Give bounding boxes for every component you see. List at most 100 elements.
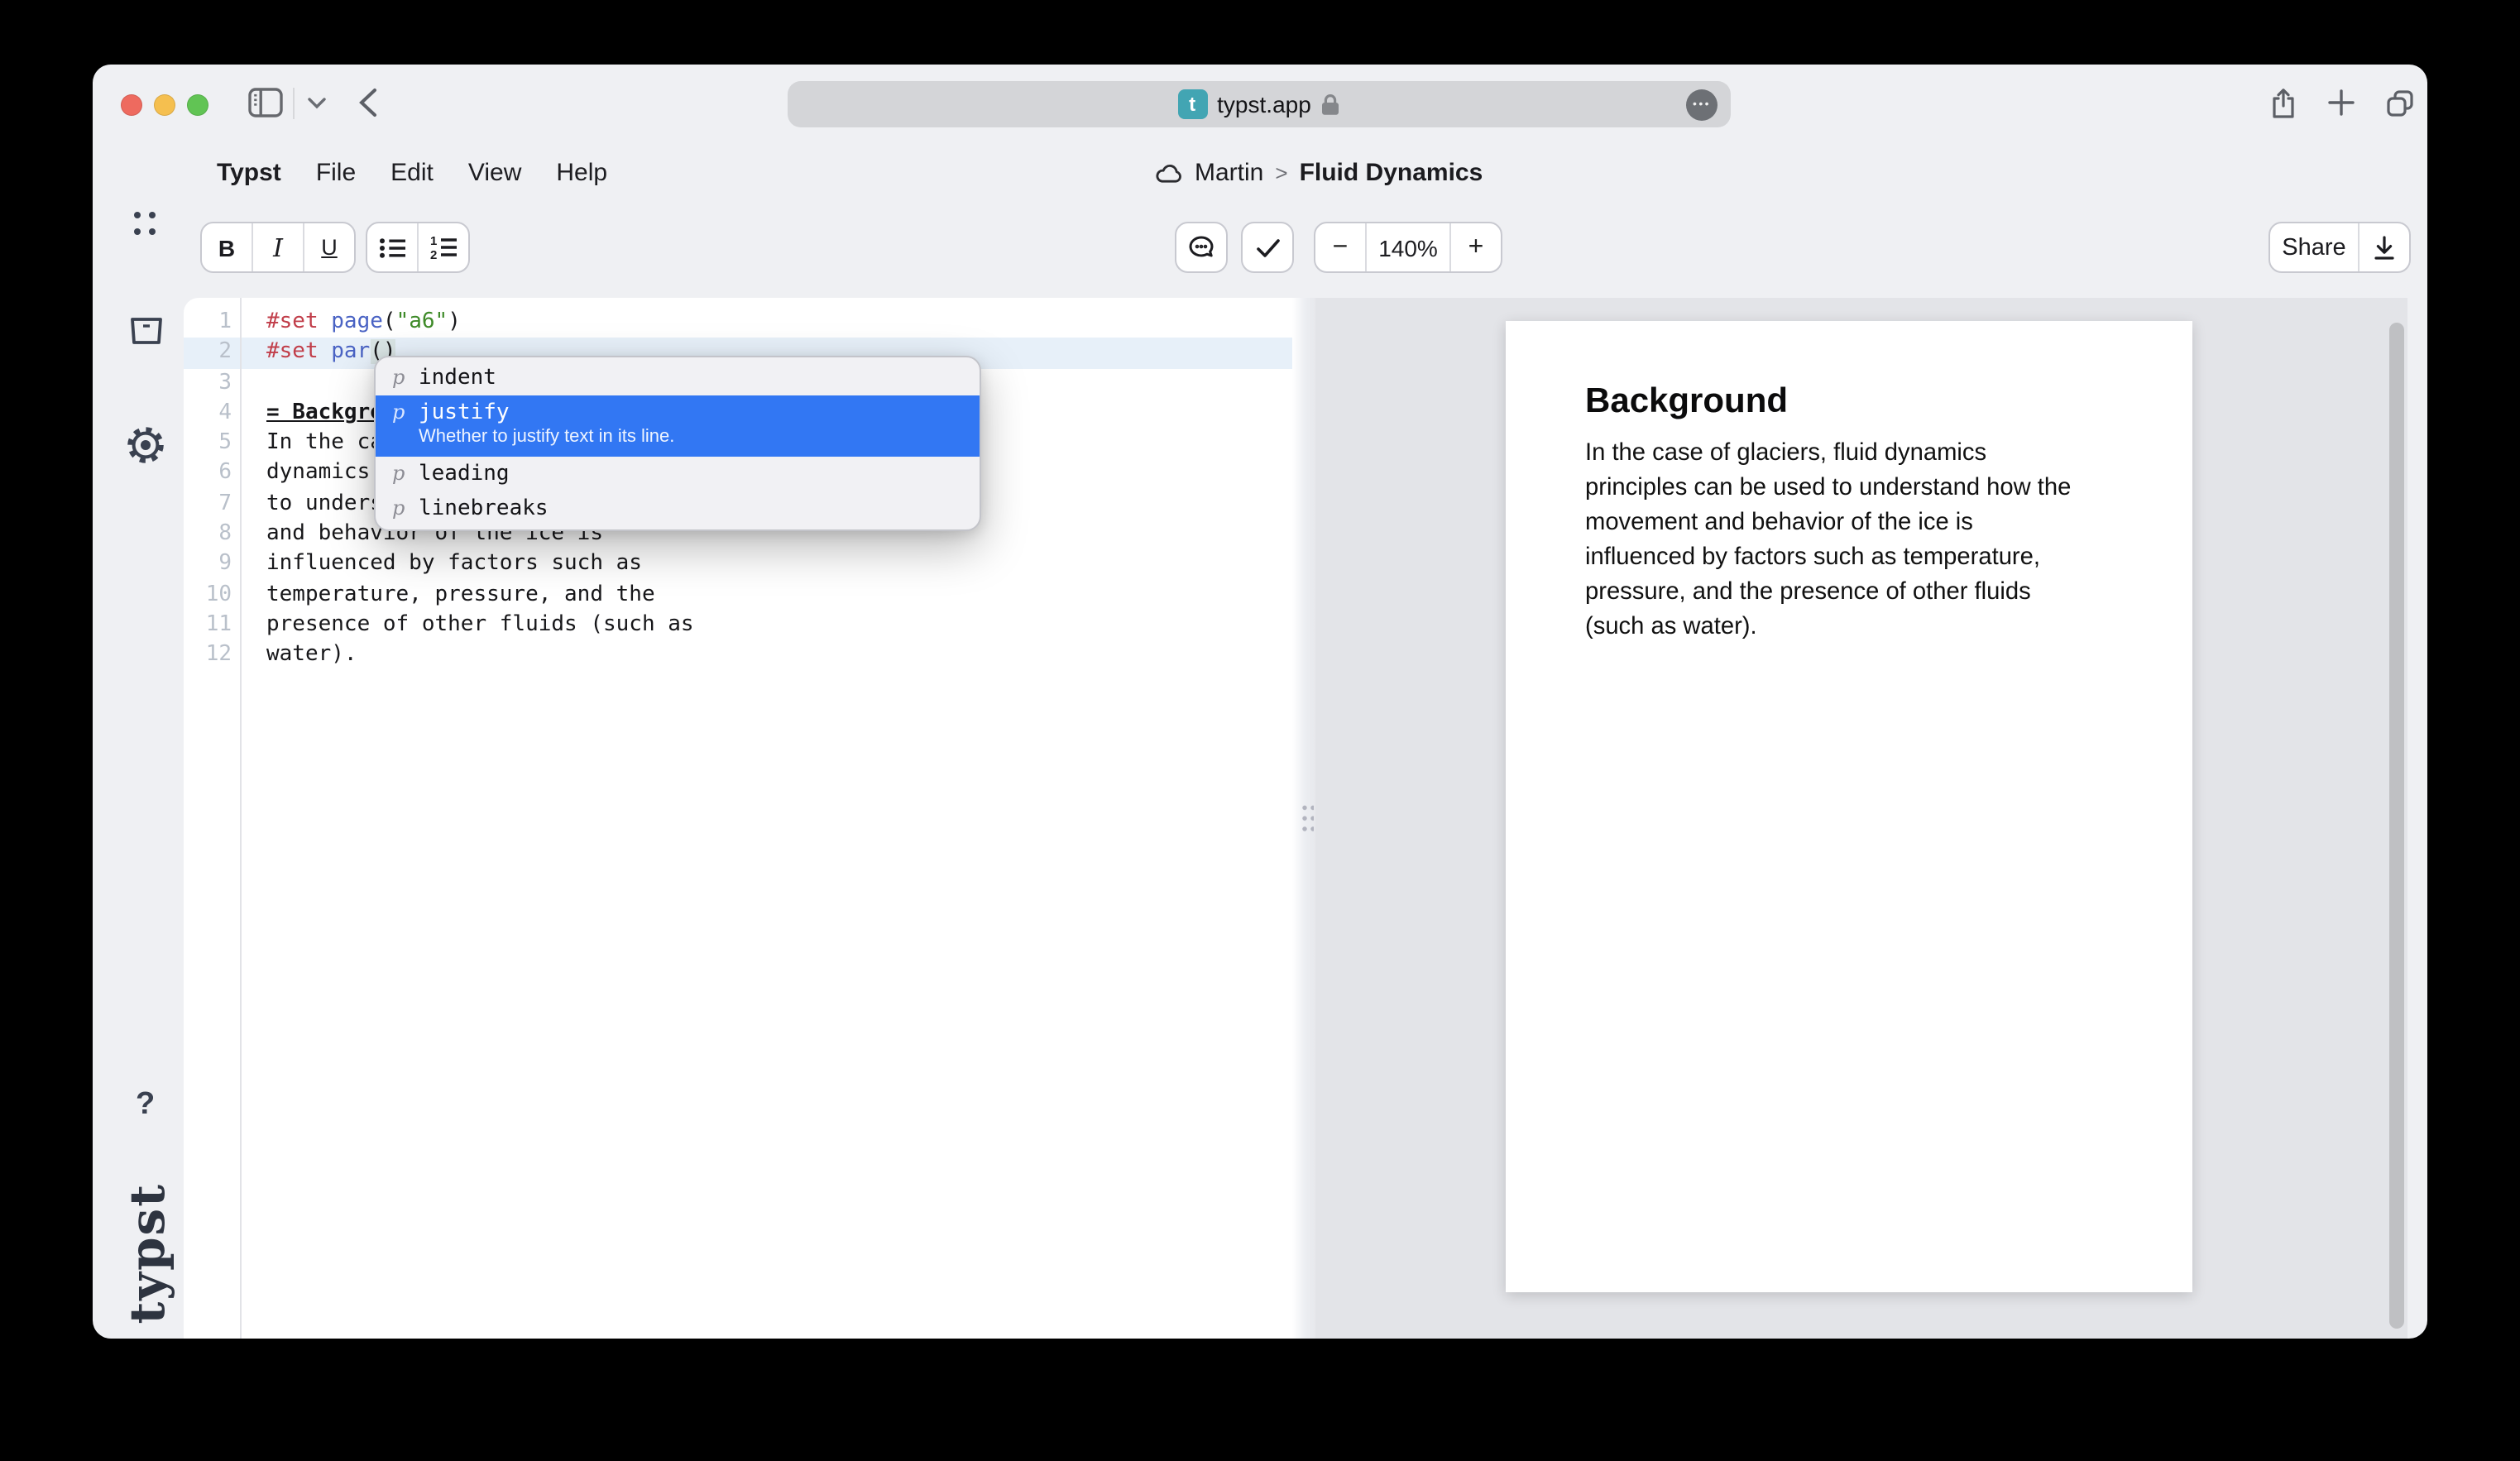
grid-dot — [149, 228, 156, 234]
grid-dot — [134, 228, 141, 234]
italic-button[interactable]: I — [252, 223, 303, 271]
code-text: water). — [242, 641, 357, 672]
sidebar-icon — [247, 88, 282, 117]
numbered-list-button[interactable]: 1 2 — [417, 223, 468, 271]
autocomplete-label: justify — [419, 400, 510, 425]
bullet-list-button[interactable] — [367, 223, 417, 271]
preview-paragraph-line: pressure, and the presence of other flui… — [1585, 576, 2141, 611]
breadcrumb-separator: > — [1275, 160, 1287, 185]
italic-label: I — [273, 232, 283, 262]
menu-help[interactable]: Help — [556, 159, 607, 187]
zoom-out-button[interactable]: − — [1315, 223, 1365, 271]
autocomplete-item-leading[interactable]: p leading — [376, 457, 980, 491]
browser-share-button[interactable] — [2268, 65, 2298, 141]
download-icon — [2373, 234, 2396, 261]
new-tab-button[interactable] — [2326, 65, 2356, 141]
line-number: 12 — [184, 641, 242, 672]
comment-icon — [1188, 235, 1214, 260]
line-number: 5 — [184, 429, 242, 459]
param-icon: p — [392, 400, 405, 424]
code-line-1[interactable]: 1#set page("a6") — [184, 308, 1292, 338]
autocomplete-label: linebreaks — [419, 496, 549, 521]
share-icon — [2270, 87, 2297, 118]
app-grid-button[interactable] — [134, 212, 157, 235]
underline-label: U — [321, 235, 338, 260]
toggle-sidebar-button[interactable] — [245, 65, 285, 141]
menu-typst[interactable]: Typst — [217, 159, 281, 187]
tabs-icon — [2385, 89, 2413, 117]
browser-window: t typst.app ••• — [93, 65, 2427, 1339]
preview-paragraph-line: In the case of glaciers, fluid dynamics — [1585, 437, 2141, 472]
preview-paragraph-line: movement and behavior of the ice is — [1585, 506, 2141, 541]
autocomplete-item-linebreaks[interactable]: plinebreaks — [376, 491, 980, 526]
zoom-window-button[interactable] — [187, 94, 208, 116]
autocomplete-description: Whether to justify text in its line. — [392, 425, 963, 452]
param-icon: p — [392, 462, 405, 485]
code-text — [242, 368, 266, 399]
line-number: 11 — [184, 611, 242, 641]
autocomplete-label: leading — [419, 462, 510, 486]
code-line-9[interactable]: 9influenced by factors such as — [184, 550, 1292, 581]
bullet-list-icon — [378, 236, 406, 259]
breadcrumb[interactable]: Martin > Fluid Dynamics — [1155, 146, 1483, 200]
code-line-10[interactable]: 10temperature, pressure, and the — [184, 580, 1292, 611]
menu-edit[interactable]: Edit — [390, 159, 434, 187]
code-text: #set par() — [242, 338, 396, 369]
zoom-level[interactable]: 140% — [1365, 223, 1449, 271]
svg-text:2: 2 — [429, 248, 436, 260]
export-button[interactable] — [2358, 223, 2409, 271]
svg-text:1: 1 — [429, 235, 436, 248]
compile-status-button[interactable] — [1243, 223, 1292, 271]
back-button[interactable] — [352, 65, 382, 141]
autocomplete-item-justify[interactable]: p justifyWhether to justify text in its l… — [376, 395, 980, 457]
param-icon: p — [392, 366, 405, 389]
code-line-11[interactable]: 11presence of other fluids (such as — [184, 611, 1292, 641]
check-group — [1241, 222, 1294, 273]
breadcrumb-document-title[interactable]: Fluid Dynamics — [1300, 159, 1483, 187]
code-line-12[interactable]: 12water). — [184, 641, 1292, 672]
preview-scrollbar[interactable] — [2389, 323, 2404, 1329]
zoom-in-button[interactable]: + — [1449, 223, 1501, 271]
code-text: #set page("a6") — [242, 308, 461, 338]
address-bar[interactable]: t typst.app ••• — [788, 81, 1731, 127]
share-group: Share — [2268, 222, 2411, 273]
menu-view[interactable]: View — [468, 159, 522, 187]
code-text: influenced by factors such as — [242, 550, 642, 581]
tab-overview-button[interactable] — [2383, 65, 2416, 141]
page-settings-button[interactable]: ••• — [1686, 89, 1718, 120]
typst-logo: typst — [119, 1183, 175, 1324]
list-group: 1 2 — [366, 222, 470, 273]
breadcrumb-workspace[interactable]: Martin — [1195, 159, 1263, 187]
lock-icon — [1321, 93, 1341, 116]
files-button[interactable] — [129, 316, 164, 346]
preview-pane[interactable]: Background In the case of glaciers, flui… — [1315, 298, 2407, 1339]
titlebar-divider — [293, 88, 295, 119]
autocomplete-label: indent — [419, 366, 496, 390]
bold-button[interactable]: B — [202, 223, 252, 271]
url-text: typst.app — [1217, 91, 1311, 117]
underline-button[interactable]: U — [303, 223, 354, 271]
comment-button[interactable] — [1176, 223, 1226, 271]
preview-paragraph-line: influenced by factors such as temperatur… — [1585, 541, 2141, 576]
line-number: 1 — [184, 308, 242, 338]
cloud-icon — [1155, 163, 1183, 183]
preview-heading: Background — [1585, 382, 1788, 422]
preview-paragraph: In the case of glaciers, fluid dynamics p… — [1585, 437, 2141, 645]
divider-grip-icon[interactable] — [1300, 802, 1313, 832]
settings-button[interactable] — [126, 425, 165, 465]
code-text: presence of other fluids (such as — [242, 611, 694, 641]
autocomplete-popup: pindentpjustifyWhether to justify text i… — [374, 356, 981, 531]
help-button[interactable]: ? — [136, 1087, 155, 1123]
preview-paragraph-line: (such as water). — [1585, 611, 2141, 645]
share-button[interactable]: Share — [2270, 223, 2358, 271]
chevron-left-icon — [358, 88, 376, 117]
menu-file[interactable]: File — [316, 159, 356, 187]
sidebar-menu-chevron[interactable] — [303, 65, 329, 141]
gutter-separator — [240, 298, 242, 1339]
app-menubar: Typst File Edit View Help — [93, 146, 607, 200]
comment-group — [1175, 222, 1228, 273]
close-window-button[interactable] — [121, 94, 142, 116]
minimize-window-button[interactable] — [154, 94, 175, 116]
autocomplete-item-indent[interactable]: pindent — [376, 361, 980, 395]
numbered-list-icon: 1 2 — [429, 235, 458, 260]
